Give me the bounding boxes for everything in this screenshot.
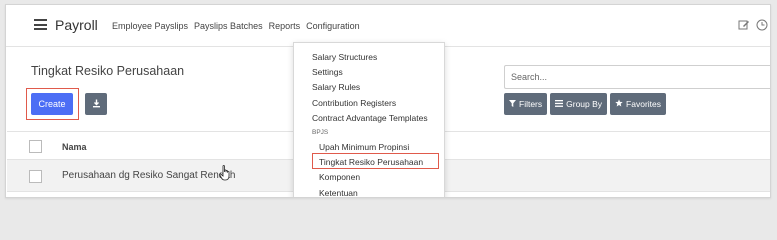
filters-label: Filters bbox=[519, 99, 543, 109]
row-checkbox[interactable] bbox=[29, 170, 42, 183]
menu-item-contract-advantage-templates[interactable]: Contract Advantage Templates bbox=[312, 113, 428, 123]
filters-button[interactable]: Filters bbox=[504, 93, 548, 115]
select-all-checkbox[interactable] bbox=[29, 140, 42, 153]
group-by-label: Group By bbox=[566, 99, 603, 109]
menu-reports[interactable]: Reports bbox=[269, 21, 301, 31]
menu-item-contribution-registers[interactable]: Contribution Registers bbox=[312, 98, 396, 108]
menu-item-salary-structures[interactable]: Salary Structures bbox=[312, 52, 377, 62]
favorites-button[interactable]: Favorites bbox=[610, 93, 667, 115]
menu-configuration[interactable]: Configuration bbox=[306, 21, 360, 31]
app-title[interactable]: Payroll bbox=[55, 17, 98, 33]
menu-item-tingkat-resiko-perusahaan[interactable]: Tingkat Resiko Perusahaan bbox=[319, 157, 423, 167]
page-title: Tingkat Resiko Perusahaan bbox=[31, 64, 185, 78]
hamburger-menu-icon[interactable] bbox=[34, 19, 47, 30]
main-menu: Employee Payslips Payslips Batches Repor… bbox=[112, 21, 360, 31]
search-input[interactable]: Search... bbox=[504, 65, 770, 89]
filter-icon bbox=[509, 99, 516, 109]
app-window: Payroll Employee Payslips Payslips Batch… bbox=[5, 4, 771, 198]
top-navbar: Payroll Employee Payslips Payslips Batch… bbox=[6, 5, 770, 47]
clock-icon[interactable] bbox=[756, 19, 768, 31]
navbar-icons bbox=[738, 19, 768, 31]
menu-item-ketentuan[interactable]: Ketentuan bbox=[319, 188, 358, 197]
menu-item-komponen[interactable]: Komponen bbox=[319, 172, 360, 182]
menu-item-settings[interactable]: Settings bbox=[312, 67, 343, 77]
row-name-cell: Perusahaan dg Resiko Sangat Rendah bbox=[62, 170, 236, 181]
search-options: Filters Group By Favorites bbox=[504, 93, 667, 115]
star-icon bbox=[615, 99, 623, 109]
menu-item-upah-minimum-propinsi[interactable]: Upah Minimum Propinsi bbox=[319, 142, 409, 152]
edit-icon[interactable] bbox=[738, 19, 750, 31]
download-icon bbox=[92, 95, 101, 113]
configuration-dropdown: Salary Structures Settings Salary Rules … bbox=[293, 42, 445, 197]
list-icon bbox=[555, 99, 564, 109]
menu-section-bpjs: BPJS bbox=[312, 129, 329, 136]
download-button[interactable] bbox=[85, 93, 107, 115]
menu-employee-payslips[interactable]: Employee Payslips bbox=[112, 21, 188, 31]
hand-cursor-icon bbox=[219, 165, 231, 186]
create-button[interactable]: Create bbox=[31, 93, 73, 115]
column-header-nama[interactable]: Nama bbox=[62, 142, 87, 152]
menu-payslips-batches[interactable]: Payslips Batches bbox=[194, 21, 263, 31]
group-by-button[interactable]: Group By bbox=[550, 93, 608, 115]
favorites-label: Favorites bbox=[626, 99, 662, 109]
menu-item-salary-rules[interactable]: Salary Rules bbox=[312, 82, 360, 92]
